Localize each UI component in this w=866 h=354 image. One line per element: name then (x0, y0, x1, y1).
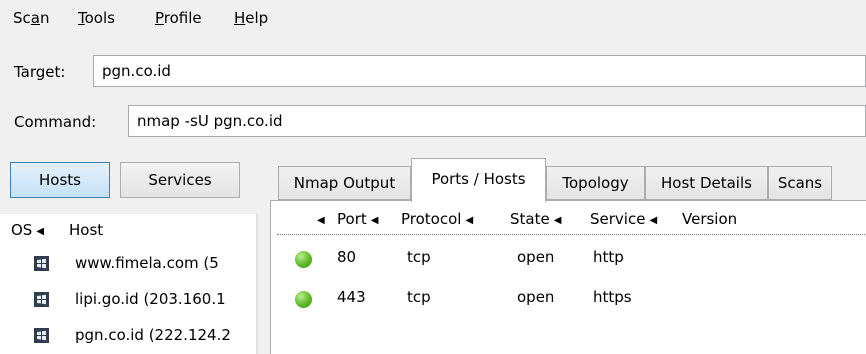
menu-scan[interactable]: Scan (13, 9, 50, 27)
table-row[interactable]: 443 tcp open https (271, 278, 866, 318)
windows-os-icon (34, 292, 49, 307)
state-cell: open (517, 248, 555, 266)
host-row[interactable]: pgn.co.id (222.124.2 (0, 318, 256, 354)
menu-profile[interactable]: Profile (155, 9, 202, 27)
menu-bar: Scan Tools Profile Help (0, 0, 866, 38)
column-header-protocol[interactable]: Protocol ◀ (401, 210, 477, 228)
hosts-button[interactable]: Hosts (10, 162, 110, 198)
target-input[interactable]: pgn.co.id (93, 55, 866, 87)
menu-tools[interactable]: Tools (78, 9, 115, 27)
tab-ports-hosts[interactable]: Ports / Hosts (411, 158, 546, 202)
column-header-os[interactable]: OS ◀ (11, 221, 48, 239)
sort-triangle-icon: ◀ (317, 215, 325, 226)
service-cell: https (593, 288, 632, 306)
sort-triangle-icon: ◀ (465, 215, 474, 226)
command-label: Command: (14, 113, 97, 131)
column-header-status[interactable]: ◀ (313, 210, 329, 228)
state-cell: open (517, 288, 555, 306)
command-input[interactable]: nmap -sU pgn.co.id (128, 105, 866, 137)
column-header-state[interactable]: State ◀ (510, 210, 565, 228)
service-cell: http (593, 248, 624, 266)
services-button[interactable]: Services (120, 162, 240, 198)
tab-host-details[interactable]: Host Details (645, 166, 768, 200)
host-name: www.fimela.com (5 (75, 254, 219, 272)
host-row[interactable]: www.fimela.com (5 (0, 246, 256, 282)
tab-nmap-output[interactable]: Nmap Output (278, 166, 411, 200)
sort-triangle-icon: ◀ (649, 215, 658, 226)
column-header-host[interactable]: Host (69, 221, 103, 239)
target-label: Target: (14, 63, 66, 81)
open-status-dot-icon (295, 291, 312, 308)
host-name: pgn.co.id (222.124.2 (75, 326, 231, 344)
tab-topology[interactable]: Topology (546, 166, 645, 200)
ports-hosts-panel: ◀ Port ◀ Protocol ◀ State ◀ Service ◀ Versio… (270, 200, 866, 354)
windows-os-icon (34, 328, 49, 343)
tab-scans[interactable]: Scans (768, 166, 832, 200)
sort-triangle-icon: ◀ (370, 215, 379, 226)
open-status-dot-icon (295, 251, 312, 268)
column-header-service[interactable]: Service ◀ (590, 210, 661, 228)
sort-triangle-icon: ◀ (36, 226, 45, 237)
port-cell: 443 (337, 288, 366, 306)
column-header-version[interactable]: Version (682, 210, 737, 228)
protocol-cell: tcp (407, 288, 431, 306)
protocol-cell: tcp (407, 248, 431, 266)
host-row[interactable]: lipi.go.id (203.160.1 (0, 282, 256, 318)
sort-triangle-icon: ◀ (553, 215, 562, 226)
menu-help[interactable]: Help (234, 9, 268, 27)
host-name: lipi.go.id (203.160.1 (75, 290, 226, 308)
hosts-list: OS ◀ Host www.fimela.com (5 lipi.go.id (2… (0, 214, 256, 354)
pane-splitter[interactable] (256, 214, 258, 354)
windows-os-icon (34, 256, 49, 271)
port-cell: 80 (337, 248, 357, 266)
hosts-list-header: OS ◀ Host (0, 214, 256, 244)
column-header-port[interactable]: Port ◀ (337, 210, 382, 228)
ports-table-header: ◀ Port ◀ Protocol ◀ State ◀ Service ◀ Versio… (277, 205, 866, 235)
table-row[interactable]: 80 tcp open http (271, 238, 866, 278)
